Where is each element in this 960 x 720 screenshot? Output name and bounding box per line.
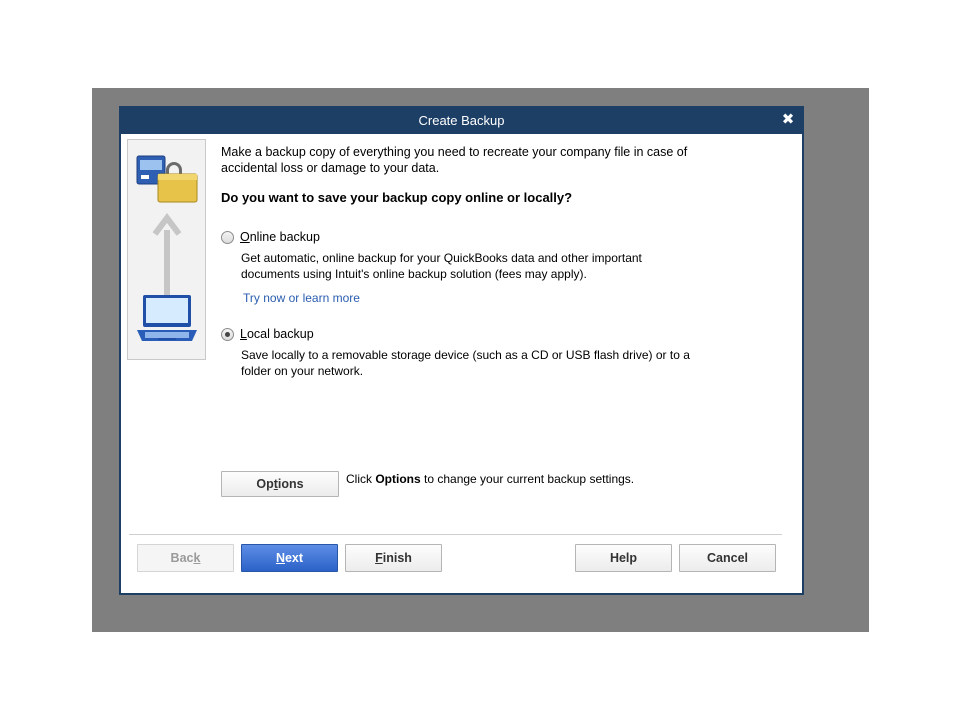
finish-button[interactable]: Finish bbox=[345, 544, 442, 572]
options-note: Click Options to change your current bac… bbox=[346, 472, 635, 486]
create-backup-dialog: Create Backup ✖ Make a backup copy of ev… bbox=[119, 106, 804, 595]
local-backup-description: Save locally to a removable storage devi… bbox=[241, 348, 690, 378]
online-backup-radio[interactable] bbox=[221, 230, 234, 244]
title-bar: Create Backup bbox=[119, 106, 804, 134]
close-icon[interactable]: ✖ bbox=[780, 112, 796, 128]
laptop-icon bbox=[137, 295, 197, 341]
online-backup-description: Get automatic, online backup for your Qu… bbox=[241, 251, 642, 281]
arrow-up-icon bbox=[152, 213, 182, 298]
help-button[interactable]: Help bbox=[575, 544, 672, 572]
dialog-body: Make a backup copy of everything you nee… bbox=[121, 134, 802, 593]
local-backup-radio[interactable] bbox=[221, 327, 234, 341]
back-button[interactable]: Back bbox=[137, 544, 234, 572]
online-backup-label[interactable]: Online backup bbox=[240, 230, 320, 244]
illustration-panel bbox=[127, 139, 206, 360]
footer-separator bbox=[129, 534, 782, 535]
cancel-button[interactable]: Cancel bbox=[679, 544, 776, 572]
backup-illustration bbox=[136, 155, 198, 341]
options-button[interactable]: Options bbox=[221, 471, 339, 497]
intro-text: Make a backup copy of everything you nee… bbox=[221, 145, 688, 175]
next-button[interactable]: Next bbox=[241, 544, 338, 572]
local-backup-label[interactable]: Local backup bbox=[240, 327, 314, 341]
try-now-link[interactable]: Try now or learn more bbox=[243, 291, 360, 305]
local-backup-option[interactable]: Local backup bbox=[221, 327, 314, 341]
online-backup-option[interactable]: Online backup bbox=[221, 230, 320, 244]
dialog-title: Create Backup bbox=[418, 113, 505, 128]
question-heading: Do you want to save your backup copy onl… bbox=[221, 190, 573, 205]
